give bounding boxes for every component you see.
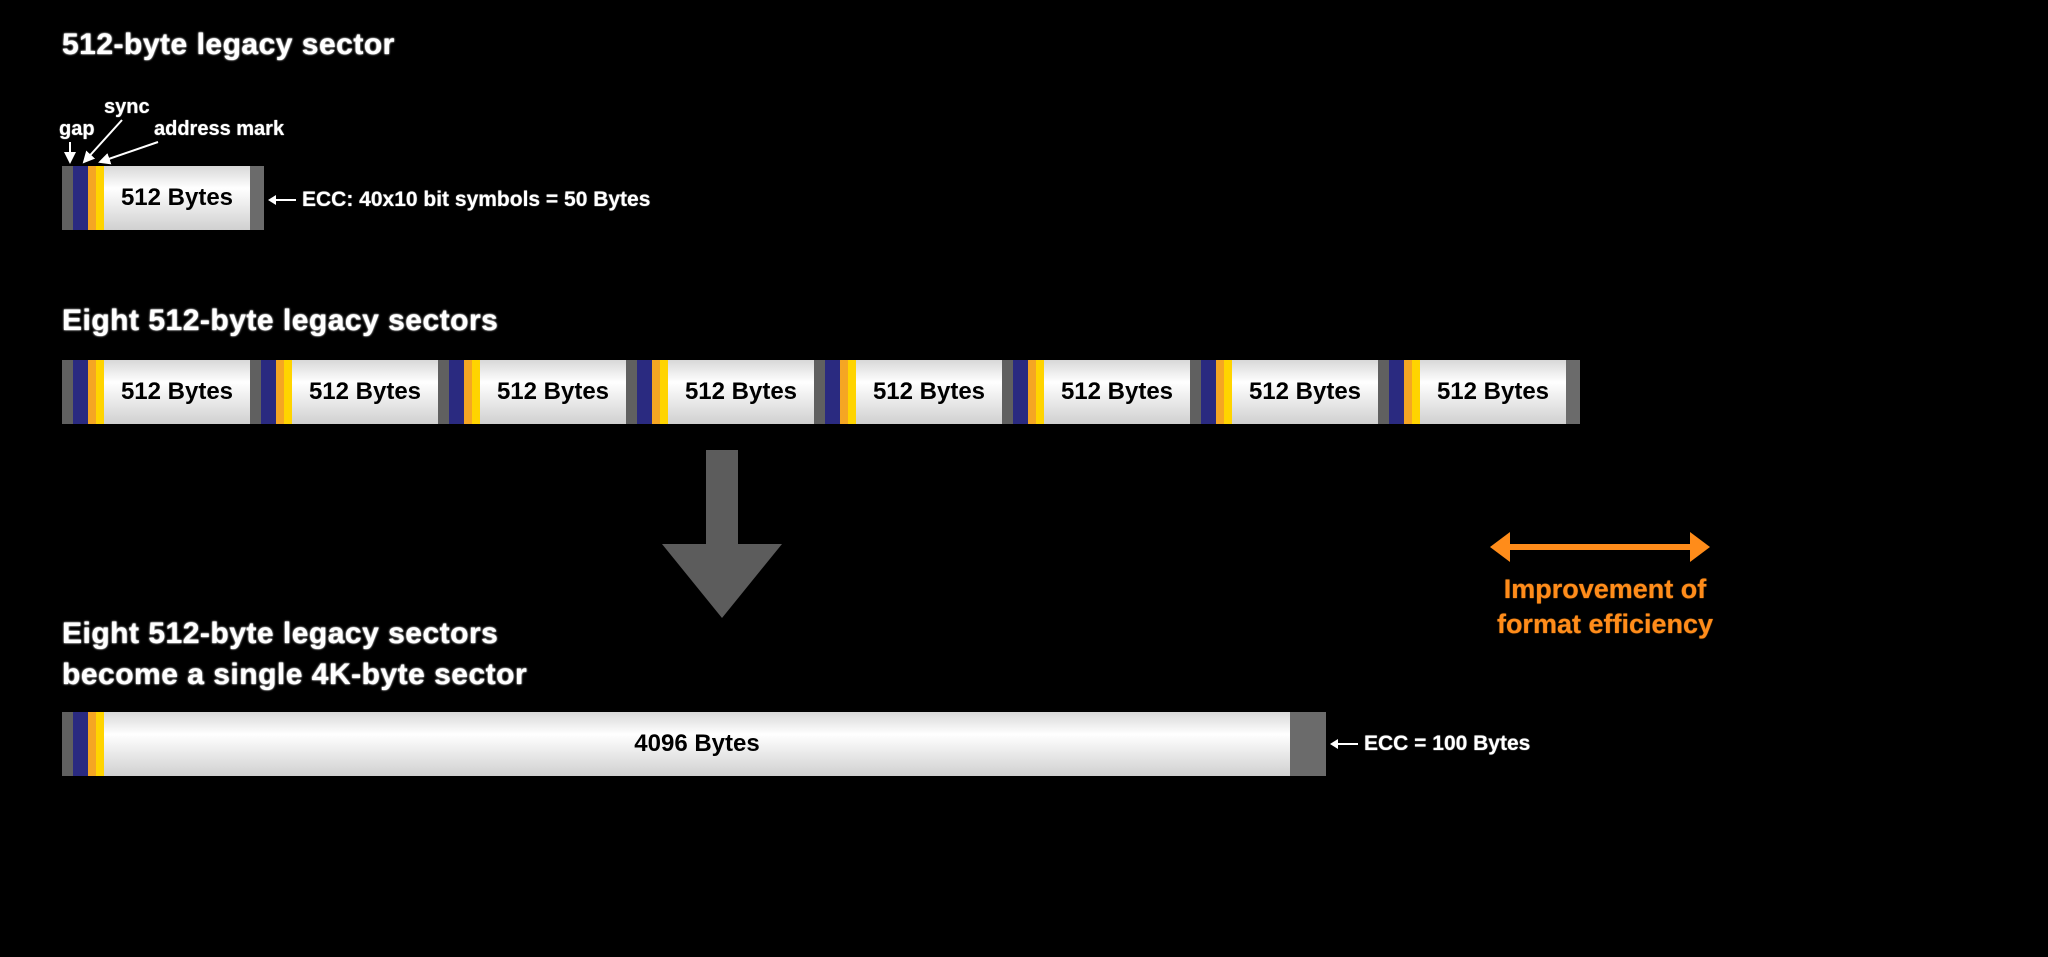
sector-data: 512 Bytes <box>856 360 1002 424</box>
stripe-address-mark <box>1224 360 1232 424</box>
sector-ecc <box>1566 360 1580 424</box>
stripe-gap <box>62 712 73 776</box>
stripe-orange <box>840 360 848 424</box>
stripe-sync <box>825 360 840 424</box>
stripe-orange <box>1028 360 1036 424</box>
legacy-row-sector: 512 Bytes <box>438 360 626 424</box>
sector-data: 512 Bytes <box>104 166 250 230</box>
sector-prefix <box>1190 360 1232 424</box>
ecc-label-2: ECC = 100 Bytes <box>1364 732 1530 756</box>
stripe-address-mark <box>660 360 668 424</box>
sector-prefix <box>62 360 104 424</box>
prefix-labels: gap sync address mark <box>62 100 362 170</box>
sector-ecc <box>1290 712 1326 776</box>
stripe-sync <box>73 166 88 230</box>
sector-prefix <box>626 360 668 424</box>
stripe-sync <box>261 360 276 424</box>
stripe-orange <box>652 360 660 424</box>
stripe-sync <box>1389 360 1404 424</box>
section3-title-line2: become a single 4K-byte sector <box>62 655 527 696</box>
stripe-orange <box>276 360 284 424</box>
stripe-orange <box>1216 360 1224 424</box>
sector-prefix <box>438 360 480 424</box>
stripe-orange <box>88 360 96 424</box>
sector-data: 512 Bytes <box>104 360 250 424</box>
legacy-row-sector: 512 Bytes <box>62 360 250 424</box>
sector-data: 512 Bytes <box>668 360 814 424</box>
stripe-gap <box>626 360 637 424</box>
stripe-gap <box>62 360 73 424</box>
section1-title: 512-byte legacy sector <box>62 28 395 62</box>
stripe-sync <box>1013 360 1028 424</box>
legacy-row-sector: 512 Bytes <box>1002 360 1190 424</box>
stripe-gap <box>1190 360 1201 424</box>
stripe-gap <box>814 360 825 424</box>
stripe-address-mark <box>284 360 292 424</box>
efficiency-arrow-icon <box>1490 532 1710 562</box>
legacy-row-sector: 512 Bytes <box>1190 360 1378 424</box>
stripe-sync <box>637 360 652 424</box>
sector-prefix <box>1002 360 1044 424</box>
stripe-address-mark <box>1036 360 1044 424</box>
efficiency-text: Improvement of format efficiency <box>1475 572 1735 642</box>
sector-data: 512 Bytes <box>1420 360 1566 424</box>
sector-ecc <box>250 166 264 230</box>
stripe-orange <box>464 360 472 424</box>
section3-title-line1: Eight 512-byte legacy sectors <box>62 614 527 655</box>
stripe-gap <box>1378 360 1389 424</box>
sector-prefix <box>250 360 292 424</box>
stripe-address-mark <box>96 166 104 230</box>
big-sector: 4096 Bytes <box>62 712 1326 776</box>
ecc-pointer-arrow <box>268 190 298 210</box>
stripe-orange <box>88 712 96 776</box>
stripe-sync <box>73 712 88 776</box>
efficiency-line2: format efficiency <box>1475 607 1735 642</box>
stripe-gap <box>250 360 261 424</box>
stripe-address-mark <box>96 712 104 776</box>
sector-data: 4096 Bytes <box>104 712 1290 776</box>
stripe-orange <box>1404 360 1412 424</box>
ecc-pointer-arrow-2 <box>1330 734 1360 754</box>
stripe-sync <box>73 360 88 424</box>
sector-prefix <box>814 360 856 424</box>
legacy-row-sector: 512 Bytes <box>1378 360 1580 424</box>
sector-prefix <box>62 712 104 776</box>
sector-data: 512 Bytes <box>480 360 626 424</box>
ecc-label-1: ECC: 40x10 bit symbols = 50 Bytes <box>302 188 650 212</box>
stripe-address-mark <box>1412 360 1420 424</box>
sector-data: 512 Bytes <box>292 360 438 424</box>
section2-title: Eight 512-byte legacy sectors <box>62 304 498 338</box>
sector-prefix <box>62 166 104 230</box>
efficiency-line1: Improvement of <box>1475 572 1735 607</box>
legacy-sector: 512 Bytes <box>62 166 264 230</box>
stripe-address-mark <box>848 360 856 424</box>
sector-data: 512 Bytes <box>1044 360 1190 424</box>
sector-prefix <box>1378 360 1420 424</box>
legacy-row-sector: 512 Bytes <box>250 360 438 424</box>
down-arrow-icon <box>662 450 782 620</box>
stripe-address-mark <box>472 360 480 424</box>
section3-title: Eight 512-byte legacy sectors become a s… <box>62 614 527 695</box>
legacy-row: 512 Bytes 512 Bytes 512 Bytes 512 Bytes <box>62 360 1580 424</box>
legacy-row-sector: 512 Bytes <box>626 360 814 424</box>
stripe-gap <box>62 166 73 230</box>
stripe-sync <box>449 360 464 424</box>
stripe-gap <box>1002 360 1013 424</box>
stripe-gap <box>438 360 449 424</box>
sector-data: 512 Bytes <box>1232 360 1378 424</box>
legacy-row-sector: 512 Bytes <box>814 360 1002 424</box>
stripe-sync <box>1201 360 1216 424</box>
stripe-orange <box>88 166 96 230</box>
pointer-arrows <box>62 100 362 170</box>
stripe-address-mark <box>96 360 104 424</box>
